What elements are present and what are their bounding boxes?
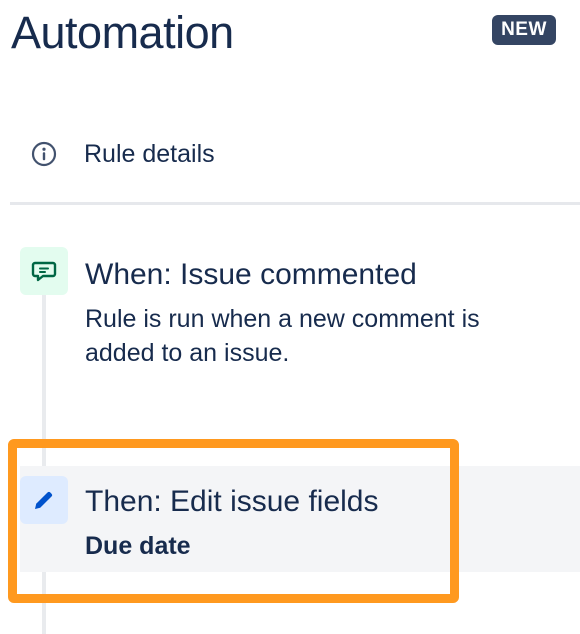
pencil-icon (35, 491, 53, 509)
trigger-description: Rule is run when a new comment is added … (85, 305, 480, 367)
action-step[interactable] (20, 476, 68, 524)
trigger-title[interactable]: When: Issue commented (85, 257, 417, 293)
rule-details-label: Rule details (84, 140, 215, 168)
rule-details-link[interactable]: Rule details (31, 139, 215, 169)
new-badge: NEW (492, 15, 556, 45)
info-icon (31, 141, 57, 167)
action-title[interactable]: Then: Edit issue fields (85, 484, 378, 520)
trigger-step[interactable] (20, 247, 68, 295)
action-field: Due date (85, 532, 191, 560)
page-title: Automation (11, 7, 234, 58)
comment-icon (31, 261, 57, 282)
timeline-connector (42, 268, 46, 634)
divider (10, 202, 580, 205)
